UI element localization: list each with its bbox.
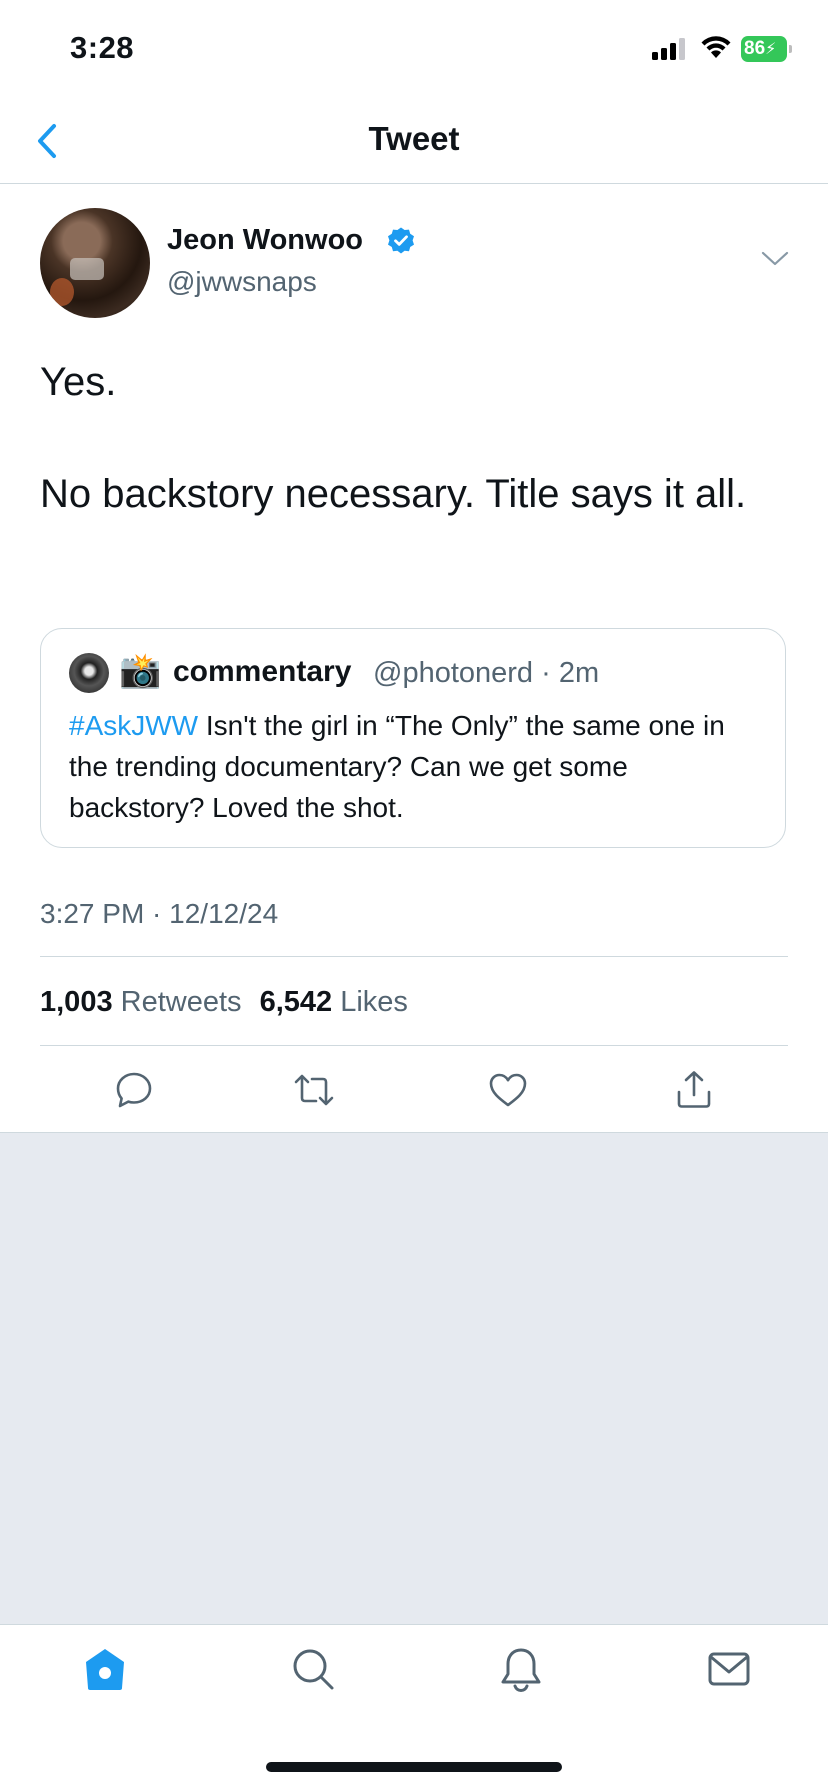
- retweet-icon[interactable]: [292, 1068, 336, 1112]
- notifications-icon[interactable]: [498, 1646, 544, 1692]
- tweet-text-line: No backstory necessary. Title says it al…: [40, 472, 747, 516]
- wifi-icon: [701, 36, 731, 58]
- search-icon[interactable]: [290, 1646, 336, 1692]
- quote-author-name: commentary: [173, 655, 352, 688]
- reply-icon[interactable]: [112, 1068, 156, 1112]
- battery-level: 86: [744, 38, 766, 59]
- empty-replies-area: [0, 1133, 828, 1624]
- like-icon[interactable]: [486, 1068, 530, 1112]
- status-time: 3:28: [70, 30, 135, 65]
- home-indicator: [266, 1762, 562, 1772]
- quote-author-avatar: [69, 653, 109, 693]
- retweets-count[interactable]: 1,003: [40, 986, 113, 1018]
- messages-icon[interactable]: [706, 1646, 752, 1692]
- charging-bolt-icon: ⚡: [765, 41, 777, 58]
- back-arrow-icon[interactable]: [28, 118, 68, 164]
- likes-count[interactable]: 6,542: [260, 986, 333, 1018]
- retweets-label[interactable]: Retweets: [121, 986, 242, 1018]
- home-icon[interactable]: [82, 1646, 128, 1692]
- camera-emoji: 📸: [119, 652, 162, 690]
- quote-text: #AskJWW Isn't the girl in “The Only” the…: [69, 705, 769, 828]
- quote-author-handle: @photonerd · 2m: [373, 657, 600, 689]
- author-avatar[interactable]: [40, 208, 150, 318]
- cellular-signal-icon: [652, 38, 685, 60]
- battery-indicator: 86⚡: [741, 36, 793, 62]
- verified-badge-icon: [388, 227, 414, 254]
- quoted-tweet-card[interactable]: 📸 commentary @photonerd · 2m #AskJWW Isn…: [40, 628, 786, 848]
- likes-label[interactable]: Likes: [340, 986, 408, 1018]
- tweet-stats: 1,003 Retweets 6,542 Likes: [40, 986, 418, 1019]
- share-icon[interactable]: [672, 1068, 716, 1112]
- divider: [40, 1045, 788, 1046]
- chevron-down-icon[interactable]: [760, 248, 790, 270]
- tweet-body: Yes. No backstory necessary. Title says …: [40, 354, 800, 522]
- header-divider: [0, 183, 828, 184]
- author-handle[interactable]: @jwwsnaps: [167, 266, 317, 298]
- divider: [40, 956, 788, 957]
- tweet-timestamp: 3:27 PM · 12/12/24: [40, 898, 279, 929]
- page-title: Tweet: [368, 120, 460, 157]
- author-name[interactable]: Jeon Wonwoo: [167, 224, 363, 257]
- hashtag-link[interactable]: #AskJWW: [69, 710, 198, 741]
- tweet-text-line: Yes.: [40, 360, 117, 404]
